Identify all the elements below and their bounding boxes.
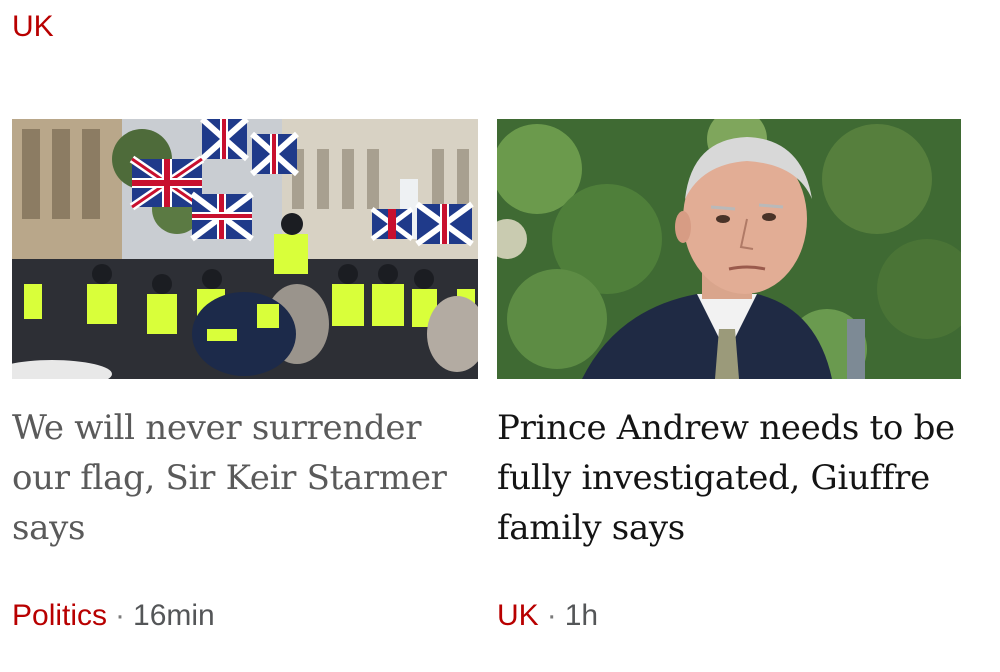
story-meta: Politics · 16min bbox=[12, 599, 215, 633]
story-topic-link[interactable]: Politics bbox=[12, 599, 107, 632]
story-timestamp: 16min bbox=[133, 599, 215, 632]
story-card[interactable]: We will never surrender our flag, Sir Ke… bbox=[12, 119, 478, 632]
story-topic-link[interactable]: UK bbox=[497, 599, 539, 632]
story-timestamp: 1h bbox=[564, 599, 599, 632]
story-headline[interactable]: Prince Andrew needs to be fully investig… bbox=[497, 403, 961, 553]
story-meta: UK · 1h bbox=[497, 599, 598, 633]
story-image[interactable] bbox=[497, 119, 961, 379]
meta-separator: · bbox=[115, 599, 126, 632]
section-title[interactable]: UK bbox=[12, 10, 54, 44]
story-headline[interactable]: We will never surrender our flag, Sir Ke… bbox=[12, 403, 478, 553]
meta-separator: · bbox=[546, 599, 557, 632]
story-card[interactable]: Prince Andrew needs to be fully investig… bbox=[497, 119, 961, 632]
story-image[interactable] bbox=[12, 119, 478, 379]
